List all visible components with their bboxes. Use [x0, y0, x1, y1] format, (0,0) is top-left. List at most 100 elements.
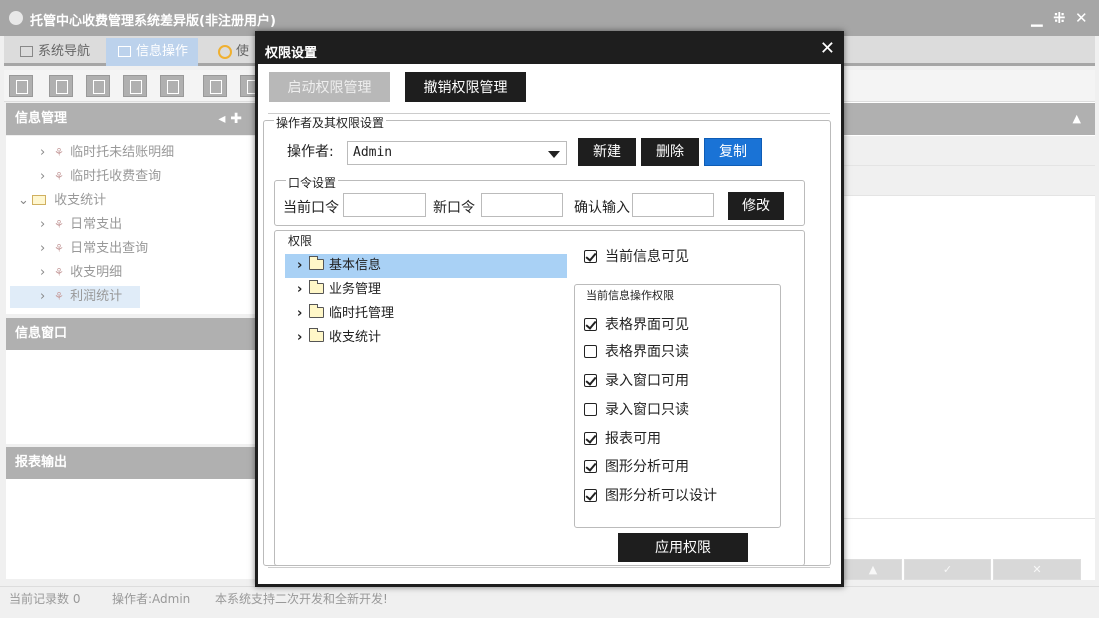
- tree-item[interactable]: › ⚘ 日常支出查询: [40, 238, 148, 260]
- checkbox-label: 录入窗口可用: [605, 373, 689, 389]
- tab-info-ops[interactable]: 信息操作: [106, 38, 199, 66]
- perm-tree-item-basic-info[interactable]: › 基本信息: [285, 254, 567, 278]
- new-password-input[interactable]: [481, 193, 563, 217]
- tree-item[interactable]: › ⚘ 临时托未结账明细: [40, 142, 174, 164]
- monitor-icon: [20, 46, 33, 57]
- display-icon[interactable]: [160, 75, 184, 97]
- record-count: 当前记录数 0: [9, 592, 81, 606]
- edit-icon[interactable]: [123, 75, 147, 97]
- enable-permission-button[interactable]: 启动权限管理: [269, 72, 390, 102]
- permissions-section-legend: 权限: [286, 232, 315, 249]
- grid-icon: [118, 46, 131, 57]
- operator-label: 操作者:: [287, 144, 334, 160]
- tree-item[interactable]: › ⚘ 临时托收费查询: [40, 166, 161, 188]
- delete-operator-button[interactable]: 删除: [641, 138, 699, 166]
- content-row[interactable]: [840, 136, 1095, 166]
- app-title: 托管中心收费管理系统差异版(非注册用户): [30, 14, 276, 29]
- tree-item-selected[interactable]: › ⚘ 利润统计: [10, 286, 140, 308]
- clock-icon: [218, 45, 232, 59]
- check-icon[interactable]: ✓: [904, 559, 991, 580]
- checkbox-icon: [584, 318, 597, 331]
- apply-permission-button[interactable]: 应用权限: [618, 533, 748, 562]
- tab-system-nav[interactable]: 系统导航: [8, 38, 100, 66]
- leaf-icon: ⚘: [54, 266, 64, 279]
- folder-icon: [309, 280, 324, 294]
- leaf-icon: ⚘: [54, 146, 64, 159]
- panel-tools-icon[interactable]: ◂ ✚: [218, 103, 242, 135]
- perm-tree-label: 收支统计: [329, 330, 382, 345]
- tree-folder[interactable]: ⌄ 收支统计: [18, 190, 106, 212]
- tab-usage[interactable]: 使: [206, 38, 259, 66]
- checkbox-label: 图形分析可以设计: [605, 488, 717, 504]
- new-operator-button[interactable]: 新建: [578, 138, 636, 166]
- export-icon[interactable]: [203, 75, 227, 97]
- operator-status: 操作者:Admin: [112, 592, 191, 606]
- info-tree: › ⚘ 临时托未结账明细 › ⚘ 临时托收费查询 ⌄ 收支统计 › ⚘ 日常支出 › ⚘…: [6, 136, 256, 314]
- checkbox-label: 当前信息可见: [605, 249, 689, 265]
- tree-item[interactable]: › ⚘ 日常支出: [40, 214, 122, 236]
- find-icon[interactable]: [9, 75, 33, 97]
- minimize-icon[interactable]: ▁: [1031, 9, 1043, 27]
- chevron-right-icon: ›: [40, 169, 46, 184]
- confirm-password-input[interactable]: [632, 193, 714, 217]
- tree-item-label: 日常支出查询: [70, 241, 149, 256]
- revoke-permission-button[interactable]: 撤销权限管理: [405, 72, 526, 102]
- leaf-icon: ⚘: [54, 290, 64, 303]
- perm-tree-label: 基本信息: [329, 258, 382, 273]
- info-window-title: 信息窗口: [15, 326, 68, 341]
- up-icon[interactable]: ▲: [844, 559, 902, 580]
- tab-label: 信息操作: [136, 44, 189, 59]
- checkbox-label: 录入窗口只读: [605, 402, 689, 418]
- close-icon[interactable]: ✕: [820, 38, 835, 59]
- tab-label: 系统导航: [38, 44, 91, 59]
- close-icon[interactable]: ✕: [1075, 9, 1088, 27]
- document-icon[interactable]: [86, 75, 110, 97]
- cancel-icon[interactable]: ✕: [993, 559, 1081, 580]
- report-output-body: [6, 479, 256, 579]
- tab-label: 使: [236, 44, 250, 59]
- checkbox-label: 表格界面只读: [605, 344, 689, 360]
- slogan: 本系统支持二次开发和全新开发!: [215, 592, 388, 606]
- restore-icon[interactable]: ⁜: [1053, 9, 1066, 27]
- content-row[interactable]: [840, 166, 1095, 196]
- perm-tree-label: 业务管理: [329, 282, 382, 297]
- info-window-header[interactable]: 信息窗口: [6, 318, 256, 350]
- perm-tree-item-income-stats[interactable]: › 收支统计: [285, 326, 567, 350]
- folder-icon: [309, 304, 324, 318]
- copy-operator-button[interactable]: 复制: [704, 138, 762, 166]
- ops-permission-legend: 当前信息操作权限: [584, 287, 676, 303]
- tree-item-label: 收支统计: [54, 193, 107, 208]
- collapse-icon[interactable]: ▲: [1073, 112, 1081, 125]
- perm-tree-item-business[interactable]: › 业务管理: [285, 278, 567, 302]
- checkbox-icon: [584, 374, 597, 387]
- modify-password-button[interactable]: 修改: [728, 192, 784, 220]
- report-output-header[interactable]: 报表输出: [6, 447, 256, 479]
- info-mgmt-header[interactable]: 信息管理 ◂ ✚: [6, 103, 256, 135]
- checkbox-icon: [584, 345, 597, 358]
- view-icon[interactable]: [49, 75, 73, 97]
- tree-item[interactable]: › ⚘ 收支明细: [40, 262, 122, 284]
- current-password-input[interactable]: [343, 193, 426, 217]
- operator-select[interactable]: Admin: [347, 141, 567, 165]
- leaf-icon: ⚘: [54, 242, 64, 255]
- perm-tree-label: 临时托管理: [329, 306, 395, 321]
- report-output-title: 报表输出: [15, 455, 68, 470]
- permission-tree: › 基本信息 › 业务管理 › 临时托管理 › 收支统计: [285, 254, 567, 554]
- chevron-down-icon: ⌄: [18, 193, 29, 208]
- leaf-icon: ⚘: [54, 218, 64, 231]
- perm-tree-item-temp-care[interactable]: › 临时托管理: [285, 302, 567, 326]
- current-password-label: 当前口令: [283, 200, 339, 216]
- chevron-right-icon: ›: [297, 306, 303, 321]
- info-window-body: [6, 350, 256, 444]
- divider: [268, 567, 830, 568]
- checkbox-icon: [584, 250, 597, 263]
- app-logo-icon: [9, 11, 23, 25]
- chevron-right-icon: ›: [40, 217, 46, 232]
- dialog-header[interactable]: 权限设置 ✕: [258, 34, 841, 64]
- content-header[interactable]: ▲: [840, 103, 1095, 135]
- folder-icon: [32, 195, 46, 205]
- status-bar: 当前记录数 0 操作者:Admin 本系统支持二次开发和全新开发!: [0, 586, 1099, 614]
- chevron-right-icon: ›: [40, 241, 46, 256]
- tree-item-label: 临时托未结账明细: [70, 145, 175, 160]
- new-password-label: 新口令: [433, 200, 475, 216]
